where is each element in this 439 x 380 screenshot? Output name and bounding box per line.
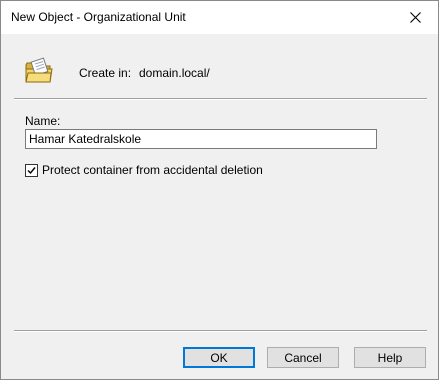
ok-button[interactable]: OK <box>183 347 255 368</box>
dialog-window: New Object - Organizational Unit Create … <box>0 0 439 380</box>
create-in-label: Create in: <box>79 66 132 80</box>
separator-top <box>14 98 427 100</box>
create-in-path: domain.local/ <box>139 66 210 80</box>
protect-deletion-label: Protect container from accidental deleti… <box>42 163 263 177</box>
close-icon <box>410 12 421 23</box>
name-input[interactable] <box>25 129 377 149</box>
name-label: Name: <box>25 114 61 128</box>
title-bar[interactable]: New Object - Organizational Unit <box>1 1 438 34</box>
help-button[interactable]: Help <box>354 347 426 368</box>
checkmark-icon <box>27 166 36 174</box>
protect-deletion-option[interactable]: Protect container from accidental deleti… <box>25 163 263 177</box>
cancel-button[interactable]: Cancel <box>267 347 339 368</box>
window-title: New Object - Organizational Unit <box>11 10 186 24</box>
separator-bottom <box>14 330 427 332</box>
organizational-unit-folder-icon <box>25 57 53 83</box>
protect-deletion-checkbox[interactable] <box>25 163 38 177</box>
close-button[interactable] <box>393 1 438 34</box>
dialog-body: Create in: domain.local/ Name: Protect c… <box>1 34 438 379</box>
